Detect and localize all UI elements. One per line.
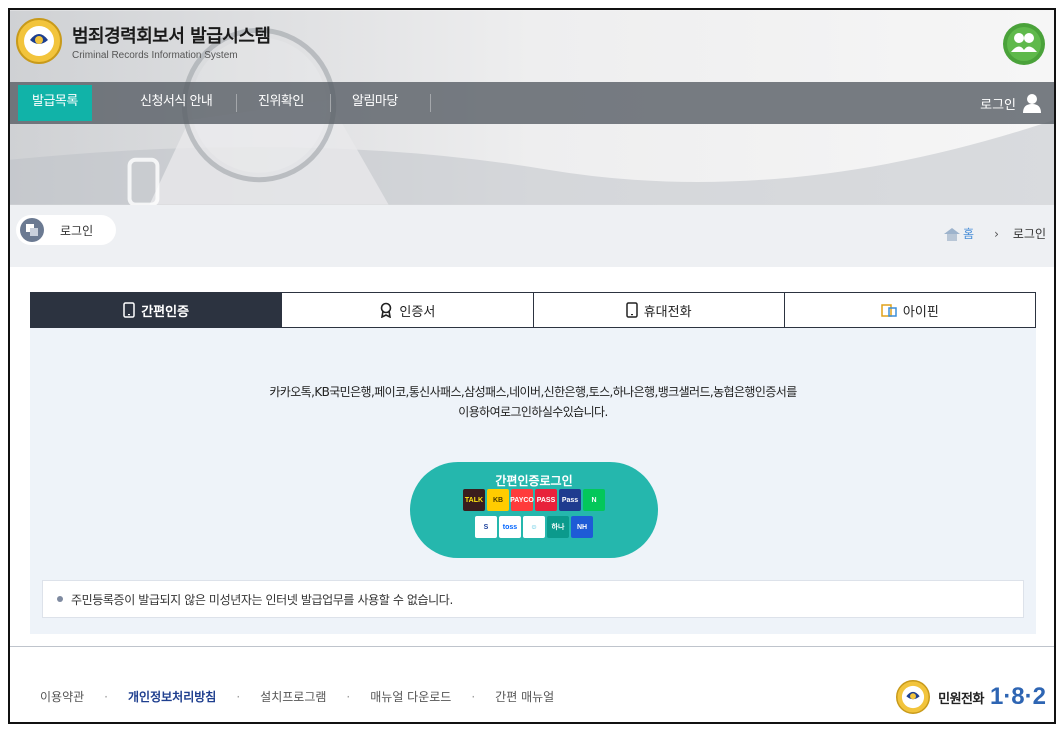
- call-center-number: 1·8·2: [989, 683, 1046, 710]
- description-line-2: 이용하여로그인하실수있습니다.: [458, 405, 608, 419]
- footer-separator: ·: [346, 689, 351, 704]
- site-subtitle: Criminal Records Information System: [72, 49, 238, 61]
- tab-certificate-label: 인증서: [399, 304, 436, 320]
- mobile-icon: [123, 302, 135, 318]
- header-login-label: 로그인: [980, 97, 1016, 113]
- page-frame: 범죄경력회보서 발급시스템 Criminal Records Informati…: [8, 8, 1056, 724]
- footer-link-quick-manual[interactable]: 간편 매뉴얼: [495, 688, 554, 705]
- minor-notice-text: 주민등록증이 발급되지 않은 미성년자는 인터넷 발급업무를 사용할 수 없습니…: [71, 592, 453, 607]
- page-header-bar: 로그인 홈 › 로그인: [10, 205, 1054, 267]
- site-header: 범죄경력회보서 발급시스템 Criminal Records Informati…: [10, 10, 1054, 205]
- provider--icon: ☺: [523, 516, 545, 538]
- page-title-pill: 로그인: [16, 215, 116, 245]
- ipin-icon: [881, 304, 897, 317]
- provider-toss-icon: toss: [499, 516, 521, 538]
- footer-separator: ·: [471, 689, 476, 704]
- main-nav: 발급목록 신청서식 안내 진위확인 알림마당 로그인: [10, 82, 1054, 124]
- provider-kb-icon: KB: [487, 489, 509, 511]
- call-center-label: 민원전화: [938, 691, 984, 707]
- page-icon: [20, 218, 44, 242]
- site-logo-group[interactable]: 범죄경력회보서 발급시스템 Criminal Records Informati…: [16, 18, 271, 64]
- tab-certificate[interactable]: 인증서: [282, 293, 534, 327]
- chevron-right-icon: ›: [994, 226, 999, 241]
- home-icon[interactable]: [943, 227, 961, 241]
- simple-auth-description: 카카오톡,KB국민은행,페이코,통신사패스,삼성패스,네이버,신한은행,토스,하…: [30, 382, 1036, 422]
- provider-talk-icon: TALK: [463, 489, 485, 511]
- minor-notice: 주민등록증이 발급되지 않은 미성년자는 인터넷 발급업무를 사용할 수 없습니…: [42, 580, 1024, 618]
- tab-ipin[interactable]: 아이핀: [784, 293, 1035, 327]
- provider-nh-icon: NH: [571, 516, 593, 538]
- simple-auth-login-label: 간편인증로그인: [495, 474, 573, 488]
- footer-separator: ·: [236, 689, 241, 704]
- simple-auth-panel: 카카오톡,KB국민은행,페이코,통신사패스,삼성패스,네이버,신한은행,토스,하…: [30, 328, 1036, 634]
- nav-item-verify[interactable]: 진위확인: [236, 82, 326, 124]
- police-emblem-icon: [16, 18, 62, 64]
- provider-n-icon: N: [583, 489, 605, 511]
- breadcrumb: 홈 › 로그인: [943, 225, 1046, 242]
- breadcrumb-home[interactable]: 홈: [963, 225, 974, 242]
- call-center: 민원전화 1·8·2: [896, 680, 1046, 714]
- footer-links: 이용약관 · 개인정보처리방침 · 설치프로그램 · 매뉴얼 다운로드 · 간편…: [40, 688, 554, 705]
- provider-icons-row-1: TALK KB PAYCO PASS Pass N: [410, 489, 658, 511]
- simple-auth-login-button[interactable]: 간편인증로그인 TALK KB PAYCO PASS Pass N Stoss ☺ 하나 NH: [410, 462, 658, 558]
- provider-pass-icon: PASS: [535, 489, 557, 511]
- nav-item-notice[interactable]: 알림마당: [330, 82, 420, 124]
- tab-simple-auth-label: 간편인증: [141, 304, 190, 320]
- page-title: 로그인: [60, 223, 94, 238]
- footer-link-privacy[interactable]: 개인정보처리방침: [128, 688, 216, 705]
- user-icon: [1023, 94, 1041, 113]
- nav-divider: [430, 94, 431, 112]
- site-title: 범죄경력회보서 발급시스템: [72, 25, 271, 47]
- eprivacy-badge-icon[interactable]: [1002, 22, 1046, 66]
- nav-item-issue-list[interactable]: 발급목록: [18, 85, 92, 121]
- footer-separator: ·: [104, 689, 108, 704]
- provider-하나-icon: 하나: [547, 516, 569, 538]
- mobile-icon: [625, 302, 638, 318]
- tab-simple-auth[interactable]: 간편인증: [31, 293, 283, 327]
- certificate-icon: [381, 302, 392, 318]
- auth-tabs: 간편인증 인증서 휴대전화 아이핀: [30, 292, 1036, 328]
- footer-link-terms[interactable]: 이용약관: [40, 688, 84, 705]
- footer-link-manual-download[interactable]: 매뉴얼 다운로드: [370, 688, 451, 705]
- provider-pass-icon: Pass: [559, 489, 581, 511]
- tab-ipin-label: 아이핀: [902, 304, 939, 320]
- police-emblem-icon: [896, 680, 931, 714]
- footer-divider: [10, 646, 1054, 647]
- breadcrumb-current: 로그인: [1012, 227, 1046, 241]
- bullet-icon: [57, 596, 63, 602]
- provider-payco-icon: PAYCO: [510, 489, 534, 511]
- header-login-link[interactable]: 로그인: [980, 82, 1042, 124]
- tab-mobile-phone[interactable]: 휴대전화: [533, 293, 785, 327]
- description-line-1: 카카오톡,KB국민은행,페이코,통신사패스,삼성패스,네이버,신한은행,토스,하…: [269, 385, 797, 399]
- provider-icons-row-2: Stoss ☺ 하나 NH: [410, 516, 658, 538]
- provider-s-icon: S: [475, 516, 497, 538]
- tab-mobile-phone-label: 휴대전화: [643, 304, 692, 320]
- nav-item-form-guide[interactable]: 신청서식 안내: [118, 82, 234, 124]
- footer-link-install[interactable]: 설치프로그램: [260, 688, 326, 705]
